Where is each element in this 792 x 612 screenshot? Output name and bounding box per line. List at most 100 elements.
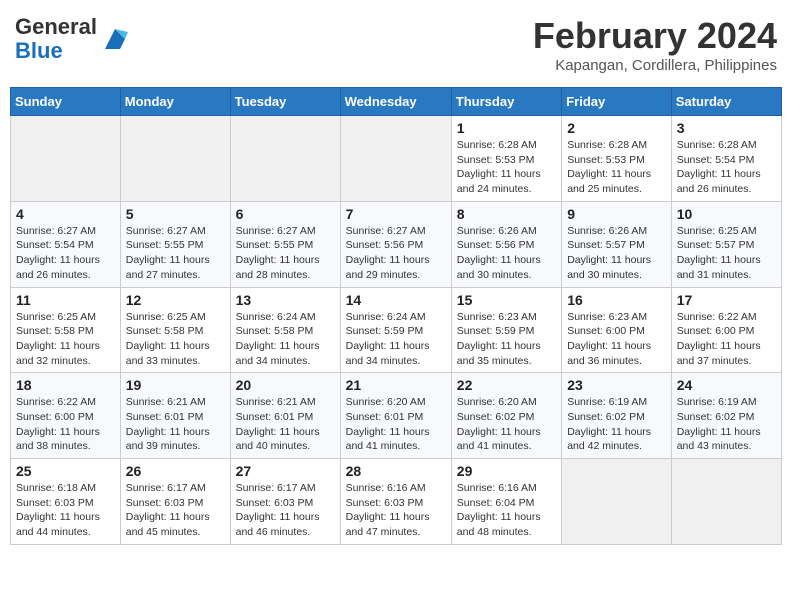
calendar-cell	[562, 459, 672, 545]
calendar-cell: 1 Sunrise: 6:28 AM Sunset: 5:53 PM Daylig…	[451, 116, 561, 202]
calendar-cell: 22Sunrise: 6:20 AM Sunset: 6:02 PM Dayli…	[451, 373, 561, 459]
day-number: 7	[346, 206, 446, 222]
weekday-header-thursday: Thursday	[451, 88, 561, 116]
weekday-header-row: SundayMondayTuesdayWednesdayThursdayFrid…	[11, 88, 782, 116]
logo-icon	[100, 24, 130, 54]
day-number: 29	[457, 463, 556, 479]
weekday-header-sunday: Sunday	[11, 88, 121, 116]
calendar-cell: 5 Sunrise: 6:27 AM Sunset: 5:55 PM Daylig…	[120, 201, 230, 287]
calendar-week-4: 18 Sunrise: 6:22 AM Sunset: 6:00 PM Dayli…	[11, 373, 782, 459]
calendar-week-3: 11 Sunrise: 6:25 AM Sunset: 5:58 PM Dayli…	[11, 287, 782, 373]
day-info: Sunrise: 6:27 AM Sunset: 5:55 PM Dayligh…	[126, 224, 225, 283]
day-number: 5	[126, 206, 225, 222]
day-number: 20	[236, 377, 335, 393]
day-info: Sunrise: 6:23 AM Sunset: 5:59 PM Dayligh…	[457, 310, 556, 369]
day-number: 8	[457, 206, 556, 222]
day-info: Sunrise: 6:24 AM Sunset: 5:59 PM Dayligh…	[346, 310, 446, 369]
weekday-header-friday: Friday	[562, 88, 672, 116]
day-info: Sunrise: 6:26 AM Sunset: 5:56 PM Dayligh…	[457, 224, 556, 283]
day-info: Sunrise: 6:21 AM Sunset: 6:01 PM Dayligh…	[236, 395, 335, 454]
day-info: Sunrise: 6:28 AM Sunset: 5:53 PM Dayligh…	[457, 138, 556, 197]
logo: General Blue	[15, 15, 130, 63]
day-number: 24	[677, 377, 776, 393]
day-info: Sunrise: 6:20 AM Sunset: 6:01 PM Dayligh…	[346, 395, 446, 454]
calendar-cell: 11 Sunrise: 6:25 AM Sunset: 5:58 PM Dayli…	[11, 287, 121, 373]
title-area: February 2024 Kapangan, Cordillera, Phil…	[533, 15, 777, 74]
logo-general-text: General	[15, 14, 97, 39]
calendar-cell: 4 Sunrise: 6:27 AM Sunset: 5:54 PM Daylig…	[11, 201, 121, 287]
calendar-cell	[340, 116, 451, 202]
day-number: 17	[677, 292, 776, 308]
day-number: 2	[567, 120, 666, 136]
day-info: Sunrise: 6:19 AM Sunset: 6:02 PM Dayligh…	[677, 395, 776, 454]
day-number: 21	[346, 377, 446, 393]
day-number: 3	[677, 120, 776, 136]
day-number: 27	[236, 463, 335, 479]
logo-blue-text: Blue	[15, 38, 63, 63]
day-number: 25	[16, 463, 115, 479]
weekday-header-saturday: Saturday	[671, 88, 781, 116]
day-number: 4	[16, 206, 115, 222]
day-info: Sunrise: 6:27 AM Sunset: 5:55 PM Dayligh…	[236, 224, 335, 283]
day-info: Sunrise: 6:22 AM Sunset: 6:00 PM Dayligh…	[16, 395, 115, 454]
calendar-cell: 24 Sunrise: 6:19 AM Sunset: 6:02 PM Dayli…	[671, 373, 781, 459]
calendar-cell: 3 Sunrise: 6:28 AM Sunset: 5:54 PM Daylig…	[671, 116, 781, 202]
day-info: Sunrise: 6:28 AM Sunset: 5:54 PM Dayligh…	[677, 138, 776, 197]
day-number: 12	[126, 292, 225, 308]
day-number: 15	[457, 292, 556, 308]
day-number: 9	[567, 206, 666, 222]
calendar-cell: 17 Sunrise: 6:22 AM Sunset: 6:00 PM Dayli…	[671, 287, 781, 373]
weekday-header-tuesday: Tuesday	[230, 88, 340, 116]
day-info: Sunrise: 6:20 AM Sunset: 6:02 PM Dayligh…	[457, 395, 556, 454]
day-number: 1	[457, 120, 556, 136]
calendar-cell: 12 Sunrise: 6:25 AM Sunset: 5:58 PM Dayli…	[120, 287, 230, 373]
day-number: 16	[567, 292, 666, 308]
day-number: 23	[567, 377, 666, 393]
calendar-week-1: 1 Sunrise: 6:28 AM Sunset: 5:53 PM Daylig…	[11, 116, 782, 202]
day-number: 19	[126, 377, 225, 393]
day-info: Sunrise: 6:16 AM Sunset: 6:04 PM Dayligh…	[457, 481, 556, 540]
day-info: Sunrise: 6:27 AM Sunset: 5:56 PM Dayligh…	[346, 224, 446, 283]
calendar-cell	[11, 116, 121, 202]
day-info: Sunrise: 6:24 AM Sunset: 5:58 PM Dayligh…	[236, 310, 335, 369]
day-info: Sunrise: 6:16 AM Sunset: 6:03 PM Dayligh…	[346, 481, 446, 540]
header: General Blue February 2024 Kapangan, Cor…	[10, 10, 782, 79]
calendar-cell	[120, 116, 230, 202]
calendar-cell	[671, 459, 781, 545]
calendar-cell: 25 Sunrise: 6:18 AM Sunset: 6:03 PM Dayli…	[11, 459, 121, 545]
calendar-cell: 23 Sunrise: 6:19 AM Sunset: 6:02 PM Dayli…	[562, 373, 672, 459]
calendar-cell: 21 Sunrise: 6:20 AM Sunset: 6:01 PM Dayli…	[340, 373, 451, 459]
day-number: 14	[346, 292, 446, 308]
calendar-cell: 29 Sunrise: 6:16 AM Sunset: 6:04 PM Dayli…	[451, 459, 561, 545]
calendar-cell: 15 Sunrise: 6:23 AM Sunset: 5:59 PM Dayli…	[451, 287, 561, 373]
calendar-cell: 8 Sunrise: 6:26 AM Sunset: 5:56 PM Daylig…	[451, 201, 561, 287]
weekday-header-monday: Monday	[120, 88, 230, 116]
calendar-cell: 9Sunrise: 6:26 AM Sunset: 5:57 PM Daylig…	[562, 201, 672, 287]
day-number: 26	[126, 463, 225, 479]
location-title: Kapangan, Cordillera, Philippines	[533, 57, 777, 74]
day-info: Sunrise: 6:23 AM Sunset: 6:00 PM Dayligh…	[567, 310, 666, 369]
day-number: 18	[16, 377, 115, 393]
day-info: Sunrise: 6:25 AM Sunset: 5:58 PM Dayligh…	[126, 310, 225, 369]
day-info: Sunrise: 6:22 AM Sunset: 6:00 PM Dayligh…	[677, 310, 776, 369]
day-info: Sunrise: 6:25 AM Sunset: 5:58 PM Dayligh…	[16, 310, 115, 369]
day-info: Sunrise: 6:19 AM Sunset: 6:02 PM Dayligh…	[567, 395, 666, 454]
day-info: Sunrise: 6:28 AM Sunset: 5:53 PM Dayligh…	[567, 138, 666, 197]
calendar-cell: 26 Sunrise: 6:17 AM Sunset: 6:03 PM Dayli…	[120, 459, 230, 545]
calendar-cell: 7 Sunrise: 6:27 AM Sunset: 5:56 PM Daylig…	[340, 201, 451, 287]
calendar-table: SundayMondayTuesdayWednesdayThursdayFrid…	[10, 87, 782, 545]
calendar-cell: 27Sunrise: 6:17 AM Sunset: 6:03 PM Dayli…	[230, 459, 340, 545]
weekday-header-wednesday: Wednesday	[340, 88, 451, 116]
day-number: 11	[16, 292, 115, 308]
day-info: Sunrise: 6:17 AM Sunset: 6:03 PM Dayligh…	[126, 481, 225, 540]
day-info: Sunrise: 6:18 AM Sunset: 6:03 PM Dayligh…	[16, 481, 115, 540]
calendar-cell: 16 Sunrise: 6:23 AM Sunset: 6:00 PM Dayli…	[562, 287, 672, 373]
day-number: 10	[677, 206, 776, 222]
calendar-cell: 13 Sunrise: 6:24 AM Sunset: 5:58 PM Dayli…	[230, 287, 340, 373]
calendar-cell: 19Sunrise: 6:21 AM Sunset: 6:01 PM Dayli…	[120, 373, 230, 459]
day-number: 13	[236, 292, 335, 308]
day-info: Sunrise: 6:25 AM Sunset: 5:57 PM Dayligh…	[677, 224, 776, 283]
day-number: 6	[236, 206, 335, 222]
calendar-cell	[230, 116, 340, 202]
day-info: Sunrise: 6:27 AM Sunset: 5:54 PM Dayligh…	[16, 224, 115, 283]
